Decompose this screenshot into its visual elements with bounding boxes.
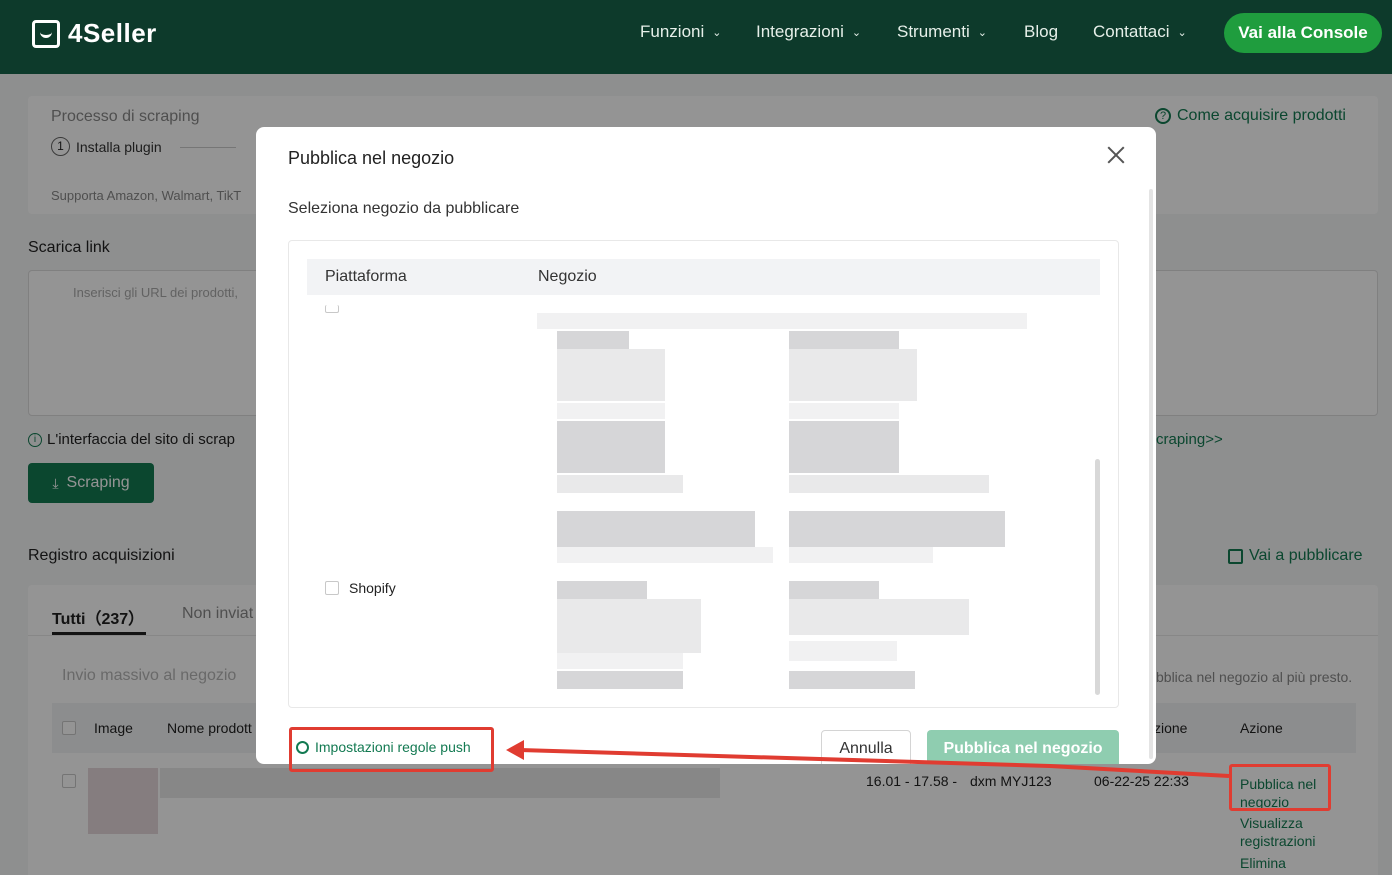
annotation-arrow xyxy=(506,740,1230,778)
arrow-head xyxy=(506,740,524,760)
arrow-line xyxy=(519,748,1230,778)
